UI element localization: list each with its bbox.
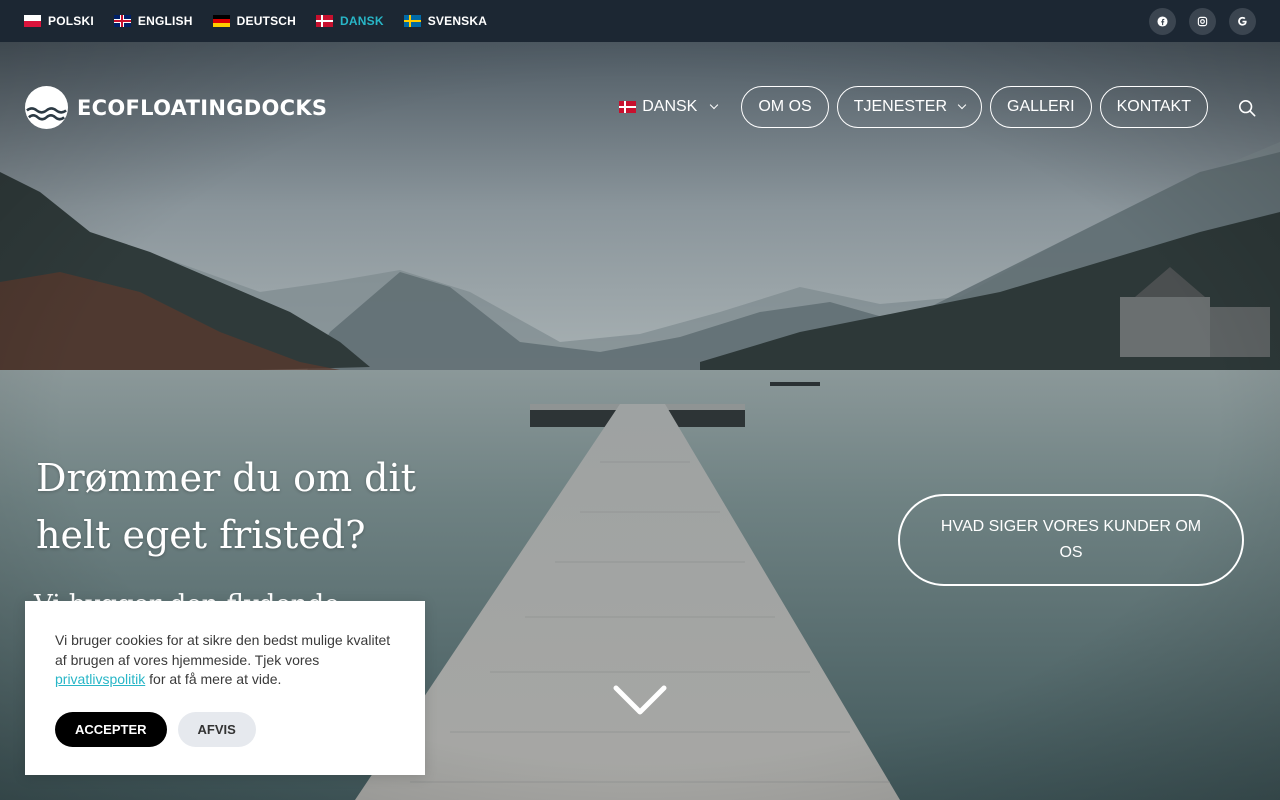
search-icon[interactable] <box>1238 99 1256 117</box>
language-topbar: POLSKI ENGLISH DEUTSCH DANSK SVENSKA <box>0 0 1280 42</box>
google-icon[interactable] <box>1229 7 1256 35</box>
poland-flag-icon <box>24 15 41 27</box>
language-label: POLSKI <box>48 14 94 28</box>
nav-label: GALLERI <box>1007 98 1075 115</box>
wave-logo-icon <box>24 85 69 130</box>
nav-om-os[interactable]: OM OS <box>741 86 829 128</box>
language-label: DEUTSCH <box>236 14 297 28</box>
cookie-text-before: Vi bruger cookies for at sikre den bedst… <box>55 632 391 668</box>
sweden-flag-icon <box>403 15 421 27</box>
denmark-flag-icon <box>619 101 637 113</box>
cookie-buttons: ACCEPTER AFVIS <box>55 711 395 747</box>
social-links <box>1149 7 1256 35</box>
chevron-down-icon <box>710 100 719 110</box>
language-list: POLSKI ENGLISH DEUTSCH DANSK SVENSKA <box>24 14 487 28</box>
cookie-text-after: for at få mere at vide. <box>145 671 282 687</box>
site-logo[interactable]: ECOFLOATINGDOCKS <box>24 85 327 130</box>
nav-label: KONTAKT <box>1116 98 1191 115</box>
reject-cookies-button[interactable]: AFVIS <box>177 711 256 747</box>
germany-flag-icon <box>212 15 230 27</box>
facebook-icon[interactable] <box>1149 7 1176 35</box>
nav-label: OM OS <box>758 98 812 115</box>
instagram-icon[interactable] <box>1189 7 1216 35</box>
nav-kontakt[interactable]: KONTAKT <box>1099 86 1208 128</box>
hero-headline: Drømmer du om dit helt eget fristed? <box>36 456 416 557</box>
nav-label: TJENESTER <box>853 98 948 115</box>
accept-cookies-button[interactable]: ACCEPTER <box>55 711 167 747</box>
language-label: DANSK <box>340 14 384 28</box>
language-english[interactable]: ENGLISH <box>113 14 193 28</box>
testimonials-button[interactable]: HVAD SIGER VORES KUNDER OM OS <box>898 494 1244 586</box>
cookie-consent-popup: Vi bruger cookies for at sikre den bedst… <box>25 601 425 775</box>
uk-flag-icon <box>113 15 131 27</box>
language-dansk[interactable]: DANSK <box>316 14 384 28</box>
main-nav: DANSK OM OS TJENESTER GALLERI KONTAKT <box>619 86 1208 128</box>
testimonials-button-label: HVAD SIGER VORES KUNDER OM OS <box>940 518 1202 561</box>
chevron-down-icon <box>957 100 967 110</box>
site-header: ECOFLOATINGDOCKS DANSK OM OS TJENESTER G… <box>0 42 1280 172</box>
nav-galleri[interactable]: GALLERI <box>990 86 1092 128</box>
privacy-policy-link[interactable]: privatlivspolitik <box>55 671 145 687</box>
language-svenska[interactable]: SVENSKA <box>403 14 488 28</box>
denmark-flag-icon <box>316 15 334 27</box>
language-label: ENGLISH <box>137 14 193 28</box>
language-polski[interactable]: POLSKI <box>24 14 94 28</box>
scroll-down-chevron-icon[interactable] <box>612 684 668 718</box>
nav-language-selector[interactable]: DANSK <box>619 98 719 116</box>
logo-text: ECOFLOATINGDOCKS <box>77 95 328 120</box>
nav-tjenester[interactable]: TJENESTER <box>836 86 983 128</box>
language-deutsch[interactable]: DEUTSCH <box>212 14 297 28</box>
cookie-message: Vi bruger cookies for at sikre den bedst… <box>55 631 395 690</box>
language-label: SVENSKA <box>427 14 488 28</box>
nav-language-label: DANSK <box>642 98 698 115</box>
